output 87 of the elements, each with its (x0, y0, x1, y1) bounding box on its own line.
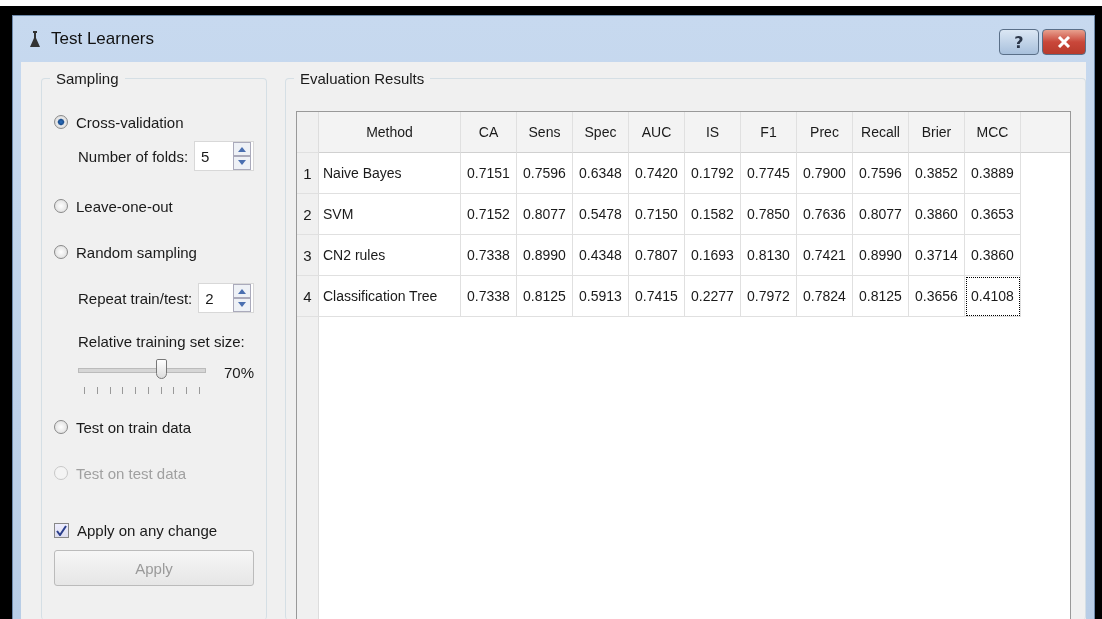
checkbox-label: Apply on any change (77, 521, 218, 539)
spin-box[interactable]: 5 (194, 141, 254, 171)
field-label: Number of folds: (78, 147, 189, 165)
table-cell: 0.7824 (797, 276, 853, 317)
spin-arrows-icon[interactable] (233, 142, 251, 170)
checkmark-icon (56, 524, 67, 536)
column-header[interactable]: IS (685, 112, 741, 153)
table-cell: 0.7972 (741, 276, 797, 317)
column-header[interactable]: CA (461, 112, 517, 153)
table-cell: 0.8130 (741, 235, 797, 276)
table-cell: 0.4348 (573, 235, 629, 276)
column-header[interactable]: AUC (629, 112, 685, 153)
column-header[interactable]: MCC (965, 112, 1021, 153)
radio-label: Cross-validation (76, 113, 184, 131)
table-cell: 0.7807 (629, 235, 685, 276)
table-cell: 0.4108 (965, 276, 1021, 317)
field-label: Repeat train/test: (78, 289, 193, 307)
radio-label: Leave-one-out (76, 197, 173, 215)
spin-arrows-icon[interactable] (233, 284, 251, 312)
row-number: 1 (297, 153, 319, 194)
row-number: 3 (297, 235, 319, 276)
table-cell: SVM (319, 194, 461, 235)
column-header[interactable]: Prec (797, 112, 853, 153)
column-header[interactable]: Brier (909, 112, 965, 153)
table-cell: 0.3889 (965, 153, 1021, 194)
radio-button[interactable] (54, 199, 68, 213)
table-cell: 0.8077 (853, 194, 909, 235)
spin-box[interactable]: 2 (198, 283, 254, 313)
radio-button[interactable] (54, 115, 68, 129)
row-number: 2 (297, 194, 319, 235)
table-cell: 0.7338 (461, 235, 517, 276)
slider-thumb[interactable] (155, 359, 167, 379)
table-cell: Naive Bayes (319, 153, 461, 194)
table-cell: 0.3860 (909, 194, 965, 235)
slider-value: 70% (223, 364, 254, 381)
group-title: Sampling (50, 70, 125, 87)
radio-label: Random sampling (76, 243, 197, 261)
table-cell: 0.1792 (685, 153, 741, 194)
column-header[interactable]: Spec (573, 112, 629, 153)
table-cell: 0.8125 (853, 276, 909, 317)
table-cell: 0.7415 (629, 276, 685, 317)
column-header[interactable]: Recall (853, 112, 909, 153)
table-cell: CN2 rules (319, 235, 461, 276)
table-cell: 0.5913 (573, 276, 629, 317)
close-icon (1056, 36, 1072, 48)
table-cell: 0.7596 (853, 153, 909, 194)
radio-label: Test on test data (76, 464, 187, 482)
field-label: Relative training set size: (78, 333, 246, 350)
table-cell: 0.5478 (573, 194, 629, 235)
help-button[interactable]: ? (999, 29, 1039, 55)
table-cell: 0.8990 (517, 235, 573, 276)
table-cell: 0.3653 (965, 194, 1021, 235)
table-cell: 0.3656 (909, 276, 965, 317)
table-cell: 0.7338 (461, 276, 517, 317)
table-cell: 0.1582 (685, 194, 741, 235)
table-cell: 0.7900 (797, 153, 853, 194)
window-title: Test Learners (51, 29, 154, 49)
row-number: 4 (297, 276, 319, 317)
table-cell: 0.8077 (517, 194, 573, 235)
radio-button[interactable] (54, 420, 68, 434)
table-cell: 0.7151 (461, 153, 517, 194)
table-cell: 0.7150 (629, 194, 685, 235)
radio-label: Test on train data (76, 418, 192, 436)
table-cell: 0.3714 (909, 235, 965, 276)
table-cell: 0.1693 (685, 235, 741, 276)
radio-button[interactable] (54, 245, 68, 259)
table-cell: 0.8125 (517, 276, 573, 317)
table-cell: Classification Tree (319, 276, 461, 317)
table-cell: 0.7596 (517, 153, 573, 194)
table-cell: 0.6348 (573, 153, 629, 194)
checkbox[interactable] (54, 522, 69, 538)
table-cell: 0.2277 (685, 276, 741, 317)
table-cell: 0.3860 (965, 235, 1021, 276)
flask-icon (29, 30, 41, 48)
column-header[interactable]: Sens (517, 112, 573, 153)
column-header[interactable]: F1 (741, 112, 797, 153)
table-cell: 0.7636 (797, 194, 853, 235)
table-cell: 0.7421 (797, 235, 853, 276)
table-cell: 0.7420 (629, 153, 685, 194)
group-title: Evaluation Results (294, 70, 431, 87)
table-cell: 0.7850 (741, 194, 797, 235)
close-button[interactable] (1042, 29, 1086, 55)
table-cell: 0.7745 (741, 153, 797, 194)
table-cell: 0.8990 (853, 235, 909, 276)
table-cell: 0.7152 (461, 194, 517, 235)
column-header[interactable]: Method (319, 112, 461, 153)
table-cell: 0.3852 (909, 153, 965, 194)
